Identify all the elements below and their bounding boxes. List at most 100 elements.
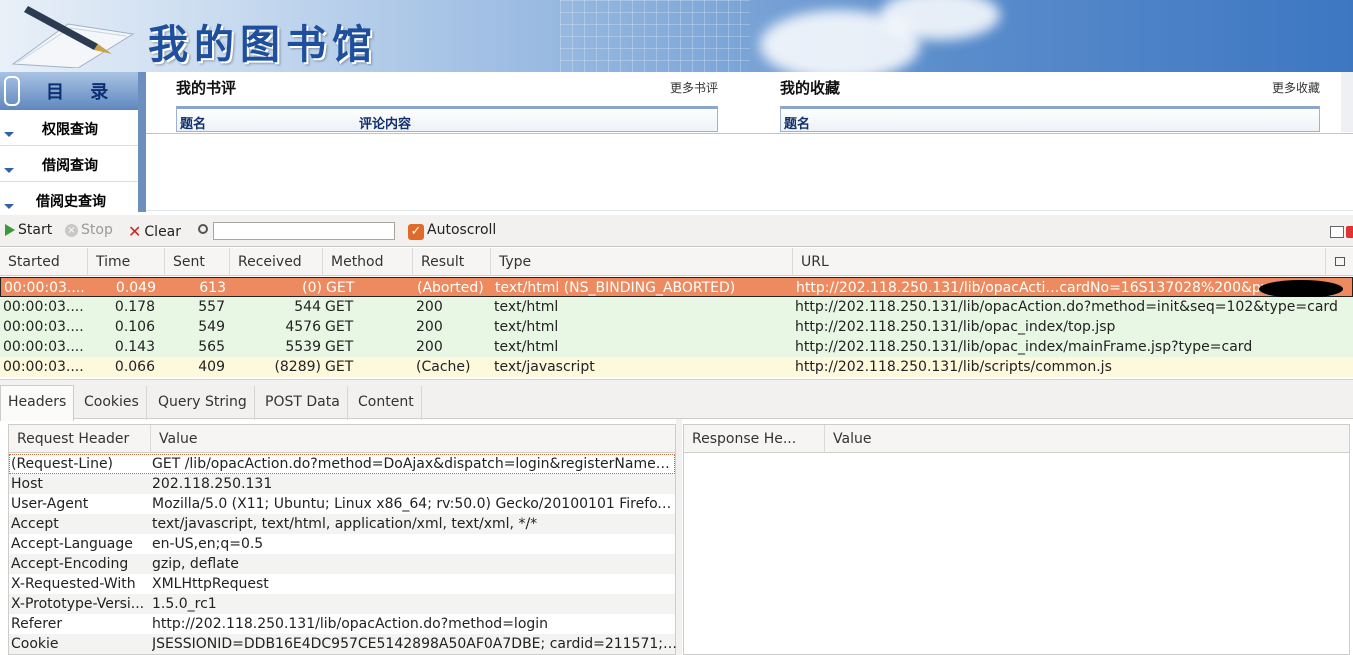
col-url[interactable]: URL [793, 248, 1326, 276]
col-time[interactable]: Time [88, 248, 165, 276]
header-value: gzip, deflate [152, 556, 239, 572]
col-response-value[interactable]: Value [825, 425, 1349, 453]
tab-post-data[interactable]: POST Data [258, 386, 348, 420]
header-row[interactable]: X-Requested-With XMLHttpRequest [9, 574, 675, 594]
cell-sent: 409 [198, 359, 225, 375]
cell-type: text/html (NS_BINDING_ABORTED) [495, 280, 736, 296]
cell-type: text/html [494, 299, 559, 315]
cell-received: (0) [302, 280, 322, 296]
cell-started: 00:00:03.... [3, 299, 84, 315]
header-value: http://202.118.250.131/lib/opacAction.do… [152, 616, 549, 632]
col-request-value[interactable]: Value [151, 425, 675, 453]
cell-time: 0.066 [114, 359, 155, 375]
http-monitor-toolbar: Start × Stop ✕ Clear [0, 215, 1353, 247]
cell-received: 5539 [285, 339, 321, 355]
cell-type: text/html [494, 339, 559, 355]
cell-result: 200 [416, 319, 443, 335]
col-method[interactable]: Method [323, 248, 413, 276]
col-started[interactable]: Started [0, 248, 88, 276]
tab-query-string[interactable]: Query String [151, 386, 255, 420]
cell-method: GET [325, 319, 354, 335]
header-row[interactable]: Host 202.118.250.131 [9, 474, 675, 494]
header-row[interactable]: (Request-Line) GET /lib/opacAction.do?met… [9, 454, 678, 474]
clear-button[interactable]: ✕ Clear [128, 222, 181, 241]
col-response-header[interactable]: Response He... [684, 425, 825, 453]
redaction-mark [1259, 280, 1343, 298]
header-row[interactable]: Accept-Language en-US,en;q=0.5 [9, 534, 675, 554]
response-headers-grid-header: Response He... Value [684, 425, 1349, 453]
header-row[interactable]: User-Agent Mozilla/5.0 (X11; Ubuntu; Linu… [9, 494, 678, 514]
autoscroll-label: Autoscroll [427, 222, 497, 238]
cell-sent: 613 [199, 280, 226, 296]
cell-time: 0.178 [114, 299, 155, 315]
cell-time: 0.106 [114, 319, 155, 335]
header-value: GET /lib/opacAction.do?method=DoAjax&dis… [152, 456, 678, 472]
cell-result: 200 [416, 339, 443, 355]
col-sent[interactable]: Sent [165, 248, 230, 276]
sidebar-item-borrow-history[interactable]: 借阅史查询 [0, 182, 138, 218]
start-button[interactable]: Start [5, 222, 52, 238]
cell-started: 00:00:03.... [4, 280, 85, 296]
request-headers-grid-header: Request Header Value [9, 425, 675, 453]
detail-tabs: Headers Cookies Query String POST Data C… [0, 379, 1353, 421]
window-controls[interactable] [1330, 224, 1353, 240]
reviews-panel: 我的书评 更多书评 题名 评论内容 [146, 72, 720, 136]
chevron-down-icon [4, 132, 14, 137]
cell-started: 00:00:03.... [3, 359, 84, 375]
cell-started: 00:00:03.... [3, 339, 84, 355]
pen-and-book-icon [11, 6, 135, 68]
start-label: Start [18, 222, 53, 238]
header-row[interactable]: X-Prototype-Versi... 1.5.0_rc1 [9, 594, 675, 614]
tab-content[interactable]: Content [351, 386, 422, 420]
filter-input[interactable] [213, 222, 395, 240]
more-favorites-link[interactable]: 更多收藏 [1272, 79, 1320, 96]
favorites-table-header: 题名 [780, 106, 1320, 132]
close-icon[interactable] [1346, 226, 1353, 238]
request-row[interactable]: 00:00:03.... 0.143 565 5539 GET 200 text/html h… [0, 337, 1353, 357]
col-request-header[interactable]: Request Header [9, 425, 151, 453]
favorites-panel: 我的收藏 更多收藏 题名 [750, 72, 1322, 136]
banner-grid-pattern [560, 0, 750, 72]
request-row[interactable]: 00:00:03.... 0.106 549 4576 GET 200 text/html h… [0, 317, 1353, 337]
clear-icon: ✕ [128, 222, 142, 241]
header-name: Accept-Language [11, 536, 133, 552]
col-result[interactable]: Result [413, 248, 491, 276]
column-picker-icon[interactable] [1335, 257, 1345, 266]
cell-sent: 549 [198, 319, 225, 335]
reviews-table-header: 题名 评论内容 [176, 106, 718, 132]
request-table: Started Time Sent Received Method Result… [0, 248, 1353, 378]
cell-received: (8289) [274, 359, 321, 375]
favorites-col-title: 题名 [784, 117, 811, 132]
play-icon [5, 224, 15, 236]
nav-heading-label: 目 录 [46, 82, 119, 103]
vertical-scrollbar[interactable] [1341, 72, 1353, 132]
col-received[interactable]: Received [230, 248, 323, 276]
col-type[interactable]: Type [491, 248, 793, 276]
header-name: Accept [11, 516, 59, 532]
header-row[interactable]: Accept-Encoding gzip, deflate [9, 554, 675, 574]
header-row[interactable]: Accept text/javascript, text/html, applic… [9, 514, 675, 534]
header-row[interactable]: Cookie JSESSIONID=DDB16E4DC957CE5142898A5… [9, 634, 678, 654]
sidebar-item-borrow-query[interactable]: 借阅查询 [0, 146, 138, 182]
request-row[interactable]: 00:00:03.... 0.178 557 544 GET 200 text/html ht… [0, 297, 1353, 317]
pane-splitter[interactable] [676, 419, 682, 655]
tab-cookies[interactable]: Cookies [77, 386, 147, 420]
request-row[interactable]: 00:00:03.... 0.049 613 (0) GET (Aborted) text/… [0, 277, 1353, 298]
tab-headers[interactable]: Headers [0, 385, 75, 421]
divider [146, 210, 1353, 211]
request-headers-grid: Request Header Value (Request-Line) GET /… [8, 424, 678, 655]
restore-icon[interactable] [1330, 226, 1344, 238]
stop-button[interactable]: × Stop [65, 222, 113, 238]
cell-result: 200 [416, 299, 443, 315]
header-value: JSESSIONID=DDB16E4DC957CE5142898A50AF0A7… [152, 636, 678, 652]
header-row[interactable]: Referer http://202.118.250.131/lib/opacAc… [9, 614, 675, 634]
favorites-title: 我的收藏 [780, 79, 841, 97]
request-row[interactable]: 00:00:03.... 0.066 409 (8289) GET (Cache) text… [0, 357, 1353, 377]
more-reviews-link[interactable]: 更多书评 [670, 79, 718, 96]
stop-icon: × [65, 223, 78, 237]
request-table-header: Started Time Sent Received Method Result… [0, 248, 1353, 276]
sidebar-item-permission-query[interactable]: 权限查询 [0, 110, 138, 146]
cell-url: http://202.118.250.131/lib/scripts/commo… [795, 359, 1112, 375]
divider [146, 133, 1353, 134]
autoscroll-checkbox[interactable]: ✓ [408, 224, 424, 240]
